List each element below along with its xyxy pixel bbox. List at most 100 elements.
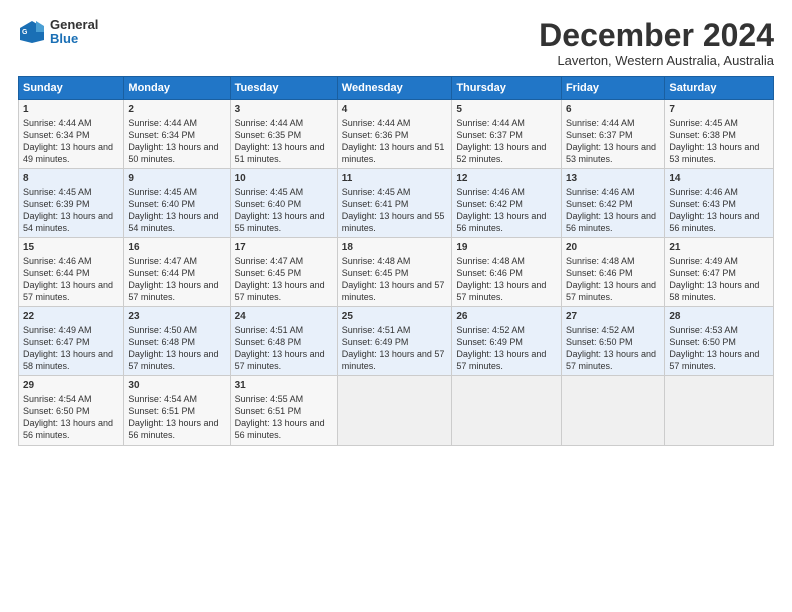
logo: G General Blue xyxy=(18,18,98,47)
day-number: 29 xyxy=(23,379,119,393)
calendar-cell: 11Sunrise: 4:45 AMSunset: 6:41 PMDayligh… xyxy=(337,169,452,238)
page: G General Blue December 2024 Laverton, W… xyxy=(0,0,792,612)
daylight: Daylight: 13 hours and 56 minutes. xyxy=(128,418,218,440)
sunrise: Sunrise: 4:54 AM xyxy=(23,394,92,404)
calendar-cell xyxy=(337,376,452,445)
daylight: Daylight: 13 hours and 57 minutes. xyxy=(342,280,445,302)
calendar-cell: 20Sunrise: 4:48 AMSunset: 6:46 PMDayligh… xyxy=(561,238,664,307)
daylight: Daylight: 13 hours and 51 minutes. xyxy=(342,142,445,164)
sunrise: Sunrise: 4:52 AM xyxy=(566,325,635,335)
sunset: Sunset: 6:51 PM xyxy=(128,406,195,416)
sunset: Sunset: 6:35 PM xyxy=(235,130,302,140)
daylight: Daylight: 13 hours and 53 minutes. xyxy=(669,142,759,164)
daylight: Daylight: 13 hours and 56 minutes. xyxy=(23,418,113,440)
day-number: 27 xyxy=(566,310,660,324)
day-number: 8 xyxy=(23,172,119,186)
day-number: 9 xyxy=(128,172,225,186)
calendar-cell: 21Sunrise: 4:49 AMSunset: 6:47 PMDayligh… xyxy=(665,238,774,307)
day-number: 3 xyxy=(235,103,333,117)
day-number: 24 xyxy=(235,310,333,324)
calendar-cell: 23Sunrise: 4:50 AMSunset: 6:48 PMDayligh… xyxy=(124,307,230,376)
calendar-cell: 26Sunrise: 4:52 AMSunset: 6:49 PMDayligh… xyxy=(452,307,562,376)
daylight: Daylight: 13 hours and 56 minutes. xyxy=(566,211,656,233)
week-row-4: 22Sunrise: 4:49 AMSunset: 6:47 PMDayligh… xyxy=(19,307,774,376)
sunrise: Sunrise: 4:44 AM xyxy=(342,118,411,128)
calendar-cell: 14Sunrise: 4:46 AMSunset: 6:43 PMDayligh… xyxy=(665,169,774,238)
daylight: Daylight: 13 hours and 52 minutes. xyxy=(456,142,546,164)
daylight: Daylight: 13 hours and 57 minutes. xyxy=(23,280,113,302)
day-number: 22 xyxy=(23,310,119,324)
calendar-cell xyxy=(665,376,774,445)
day-number: 25 xyxy=(342,310,448,324)
sunset: Sunset: 6:42 PM xyxy=(456,199,523,209)
sunset: Sunset: 6:49 PM xyxy=(342,337,409,347)
sunrise: Sunrise: 4:46 AM xyxy=(669,187,738,197)
col-monday: Monday xyxy=(124,77,230,100)
daylight: Daylight: 13 hours and 49 minutes. xyxy=(23,142,113,164)
sunrise: Sunrise: 4:47 AM xyxy=(235,256,304,266)
day-number: 10 xyxy=(235,172,333,186)
sunset: Sunset: 6:34 PM xyxy=(128,130,195,140)
sunset: Sunset: 6:47 PM xyxy=(23,337,90,347)
calendar-cell: 27Sunrise: 4:52 AMSunset: 6:50 PMDayligh… xyxy=(561,307,664,376)
sunset: Sunset: 6:44 PM xyxy=(128,268,195,278)
daylight: Daylight: 13 hours and 57 minutes. xyxy=(235,280,325,302)
sunrise: Sunrise: 4:48 AM xyxy=(342,256,411,266)
sunset: Sunset: 6:40 PM xyxy=(235,199,302,209)
calendar-cell: 25Sunrise: 4:51 AMSunset: 6:49 PMDayligh… xyxy=(337,307,452,376)
week-row-5: 29Sunrise: 4:54 AMSunset: 6:50 PMDayligh… xyxy=(19,376,774,445)
day-number: 13 xyxy=(566,172,660,186)
sunrise: Sunrise: 4:48 AM xyxy=(566,256,635,266)
calendar-cell: 17Sunrise: 4:47 AMSunset: 6:45 PMDayligh… xyxy=(230,238,337,307)
daylight: Daylight: 13 hours and 58 minutes. xyxy=(669,280,759,302)
day-number: 30 xyxy=(128,379,225,393)
day-number: 1 xyxy=(23,103,119,117)
calendar-cell: 7Sunrise: 4:45 AMSunset: 6:38 PMDaylight… xyxy=(665,100,774,169)
calendar-cell xyxy=(561,376,664,445)
week-row-1: 1 Sunrise: 4:44 AM Sunset: 6:34 PM Daylight… xyxy=(19,100,774,169)
sunset: Sunset: 6:45 PM xyxy=(235,268,302,278)
sunset: Sunset: 6:50 PM xyxy=(669,337,736,347)
calendar-cell: 1Sunrise: 4:44 AMSunset: 6:34 PMDaylight… xyxy=(19,100,124,169)
logo-general: General xyxy=(50,18,98,32)
week-row-2: 8Sunrise: 4:45 AMSunset: 6:39 PMDaylight… xyxy=(19,169,774,238)
calendar-cell: 22Sunrise: 4:49 AMSunset: 6:47 PMDayligh… xyxy=(19,307,124,376)
day-number: 6 xyxy=(566,103,660,117)
header: G General Blue December 2024 Laverton, W… xyxy=(18,18,774,68)
sunset: Sunset: 6:49 PM xyxy=(456,337,523,347)
daylight: Daylight: 13 hours and 57 minutes. xyxy=(669,349,759,371)
calendar-cell: 16Sunrise: 4:47 AMSunset: 6:44 PMDayligh… xyxy=(124,238,230,307)
sunset: Sunset: 6:36 PM xyxy=(342,130,409,140)
calendar-cell: 29Sunrise: 4:54 AMSunset: 6:50 PMDayligh… xyxy=(19,376,124,445)
col-saturday: Saturday xyxy=(665,77,774,100)
day-number: 11 xyxy=(342,172,448,186)
logo-icon: G xyxy=(18,18,46,46)
daylight: Daylight: 13 hours and 54 minutes. xyxy=(23,211,113,233)
calendar-cell: 30Sunrise: 4:54 AMSunset: 6:51 PMDayligh… xyxy=(124,376,230,445)
day-number: 5 xyxy=(456,103,557,117)
sunrise: Sunrise: 4:46 AM xyxy=(23,256,92,266)
sunrise: Sunrise: 4:44 AM xyxy=(456,118,525,128)
col-sunday: Sunday xyxy=(19,77,124,100)
calendar-cell: 18Sunrise: 4:48 AMSunset: 6:45 PMDayligh… xyxy=(337,238,452,307)
day-number: 18 xyxy=(342,241,448,255)
sunset: Sunset: 6:37 PM xyxy=(456,130,523,140)
calendar-cell: 5Sunrise: 4:44 AM Sunset: 6:37 PM Daylight… xyxy=(452,100,562,169)
sunrise: Sunrise: 4:45 AM xyxy=(128,187,197,197)
daylight: Daylight: 13 hours and 57 minutes. xyxy=(566,280,656,302)
sunrise: Sunrise: 4:55 AM xyxy=(235,394,304,404)
daylight: Daylight: 13 hours and 57 minutes. xyxy=(456,349,546,371)
title-section: December 2024 Laverton, Western Australi… xyxy=(539,18,774,68)
sunrise: Sunrise: 4:44 AM xyxy=(235,118,304,128)
daylight: Daylight: 13 hours and 54 minutes. xyxy=(128,211,218,233)
sunset: Sunset: 6:46 PM xyxy=(566,268,633,278)
sunrise: Sunrise: 4:51 AM xyxy=(342,325,411,335)
day-number: 15 xyxy=(23,241,119,255)
sunset: Sunset: 6:51 PM xyxy=(235,406,302,416)
daylight: Daylight: 13 hours and 50 minutes. xyxy=(128,142,218,164)
sunset: Sunset: 6:43 PM xyxy=(669,199,736,209)
day-number: 12 xyxy=(456,172,557,186)
calendar-cell: 4Sunrise: 4:44 AMSunset: 6:36 PMDaylight… xyxy=(337,100,452,169)
sunrise: Sunrise: 4:44 AM xyxy=(128,118,197,128)
day-number: 7 xyxy=(669,103,769,117)
